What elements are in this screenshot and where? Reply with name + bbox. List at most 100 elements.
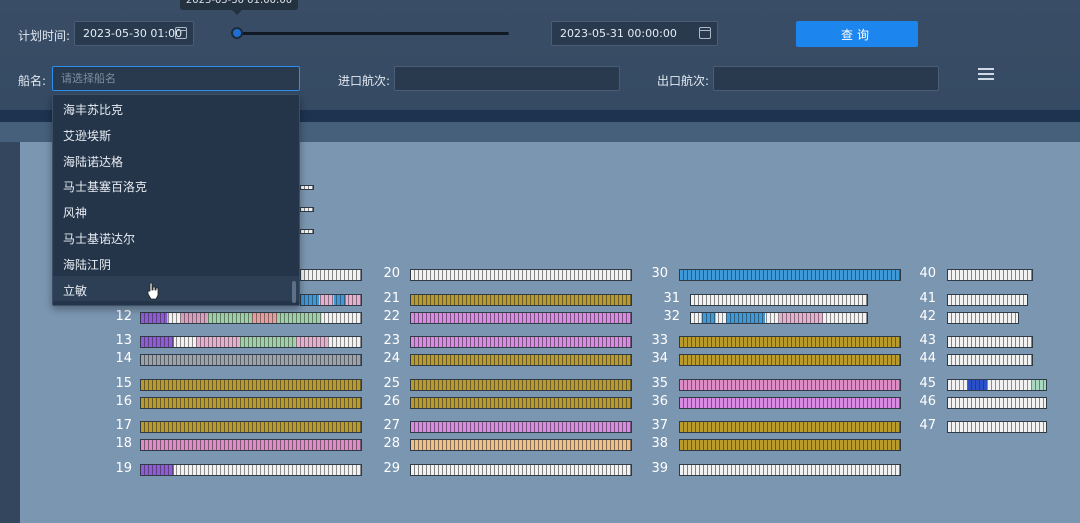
yard-block-number: 12 <box>115 309 132 324</box>
yard-block-number: 35 <box>651 376 668 391</box>
yard-block-bar[interactable] <box>679 421 901 433</box>
outbound-voyage-field[interactable] <box>713 66 939 91</box>
yard-block-bar[interactable] <box>140 464 362 476</box>
yard-block-number: 39 <box>651 461 668 476</box>
dropdown-option[interactable]: 马士基诺达尔 <box>53 224 299 250</box>
yard-block-bar[interactable] <box>140 312 362 324</box>
yard-block-bar[interactable] <box>410 397 632 409</box>
yard-block-bar[interactable] <box>947 269 1033 281</box>
start-time-value: 2023-05-30 01:00 <box>83 27 183 40</box>
yard-block-bar[interactable] <box>410 269 632 281</box>
yard-block-bar[interactable] <box>300 294 362 306</box>
yard-block-bar[interactable] <box>947 397 1047 409</box>
yard-block-bar[interactable] <box>140 397 362 409</box>
yard-block-number: 42 <box>919 309 936 324</box>
yard-block-bar[interactable] <box>300 229 314 234</box>
calendar-icon <box>699 27 711 39</box>
dropdown-option[interactable]: 海丰苏比克 <box>53 95 299 121</box>
yard-block-number: 33 <box>651 333 668 348</box>
dropdown-option[interactable]: 海陆诺达格 <box>53 147 299 173</box>
yard-block-bar[interactable] <box>679 336 901 348</box>
time-slider-handle[interactable] <box>231 27 243 39</box>
query-button[interactable]: 查询 <box>796 21 918 47</box>
yard-block-bar[interactable] <box>679 354 901 366</box>
yard-block-number: 41 <box>919 291 936 306</box>
yard-block-bar[interactable] <box>300 269 362 281</box>
yard-block-bar[interactable] <box>679 269 901 281</box>
end-time-value: 2023-05-31 00:00:00 <box>560 27 677 40</box>
yard-block-number: 43 <box>919 333 936 348</box>
yard-block-bar[interactable] <box>947 336 1033 348</box>
dropdown-option[interactable]: 马士基塞百洛克 <box>53 172 299 198</box>
yard-block-bar[interactable] <box>690 294 868 306</box>
yard-block-bar[interactable] <box>947 312 1019 324</box>
ship-name-dropdown: 海丰苏比克 艾逊埃斯 海陆诺达格 马士基塞百洛克 风神 马士基诺达尔 海陆江阴 … <box>52 94 300 306</box>
yard-block-bar[interactable] <box>947 379 1047 391</box>
yard-block-bar[interactable] <box>410 439 632 451</box>
dropdown-option[interactable]: 艾逊埃斯 <box>53 121 299 147</box>
dropdown-option[interactable]: 风神 <box>53 198 299 224</box>
yard-block-number: 14 <box>115 351 132 366</box>
ship-name-label: 船名: <box>18 74 47 88</box>
yard-block-number: 22 <box>383 309 400 324</box>
yard-block-number: 32 <box>663 309 680 324</box>
inbound-voyage-field[interactable] <box>394 66 620 91</box>
yard-block-bar[interactable] <box>679 439 901 451</box>
yard-block-bar[interactable] <box>300 207 314 212</box>
yard-block-bar[interactable] <box>679 464 901 476</box>
yard-block-bar[interactable] <box>410 421 632 433</box>
yard-block-bar[interactable] <box>140 421 362 433</box>
yard-block-bar[interactable] <box>140 336 362 348</box>
yard-block-number: 29 <box>383 461 400 476</box>
yard-block-number: 47 <box>919 418 936 433</box>
yard-block-number: 17 <box>115 418 132 433</box>
yard-block-number: 20 <box>383 266 400 281</box>
calendar-icon <box>175 27 187 39</box>
yard-block-bar[interactable] <box>410 312 632 324</box>
yard-block-bar[interactable] <box>690 312 868 324</box>
yard-block-number: 15 <box>115 376 132 391</box>
yard-block-bar[interactable] <box>140 439 362 451</box>
hand-cursor-icon <box>147 282 159 300</box>
end-time-field[interactable]: 2023-05-31 00:00:00 <box>551 21 718 46</box>
yard-block-bar[interactable] <box>679 379 901 391</box>
yard-block-number: 27 <box>383 418 400 433</box>
yard-block-number: 13 <box>115 333 132 348</box>
yard-block-number: 26 <box>383 394 400 409</box>
inbound-voyage-input[interactable] <box>395 67 619 90</box>
yard-block-number: 40 <box>919 266 936 281</box>
dropdown-option-hovered[interactable]: 立敏 <box>53 275 299 302</box>
yard-block-bar[interactable] <box>410 379 632 391</box>
yard-block-number: 24 <box>383 351 400 366</box>
yard-block-bar[interactable] <box>300 185 314 190</box>
yard-block-number: 37 <box>651 418 668 433</box>
yard-block-bar[interactable] <box>410 294 632 306</box>
yard-block-number: 16 <box>115 394 132 409</box>
yard-block-number: 38 <box>651 436 668 451</box>
yard-block-number: 28 <box>383 436 400 451</box>
ship-name-input[interactable] <box>53 67 299 90</box>
yard-block-number: 31 <box>663 291 680 306</box>
yard-block-bar[interactable] <box>947 294 1028 306</box>
yard-block-bar[interactable] <box>410 336 632 348</box>
yard-block-number: 19 <box>115 461 132 476</box>
outbound-voyage-input[interactable] <box>714 67 938 90</box>
yard-block-bar[interactable] <box>140 379 362 391</box>
start-time-field[interactable]: 2023-05-30 01:00 <box>74 21 194 46</box>
yard-block-bar[interactable] <box>947 421 1047 433</box>
yard-block-bar[interactable] <box>410 464 632 476</box>
yard-block-bar[interactable] <box>679 397 901 409</box>
outbound-voyage-label: 出口航次: <box>657 74 710 88</box>
yard-block-number: 44 <box>919 351 936 366</box>
yard-block-bar[interactable] <box>410 354 632 366</box>
plan-time-label: 计划时间: <box>18 29 71 43</box>
dropdown-scrollbar[interactable] <box>292 281 296 303</box>
yard-block-bar[interactable] <box>947 354 1033 366</box>
yard-block-number: 36 <box>651 394 668 409</box>
list-icon[interactable] <box>978 68 994 80</box>
time-slider-track[interactable] <box>237 32 509 35</box>
ship-name-select[interactable] <box>52 66 300 91</box>
yard-block-bar[interactable] <box>140 354 362 366</box>
dropdown-option[interactable]: 海陆江阴 <box>53 250 299 276</box>
yard-block-number: 34 <box>651 351 668 366</box>
